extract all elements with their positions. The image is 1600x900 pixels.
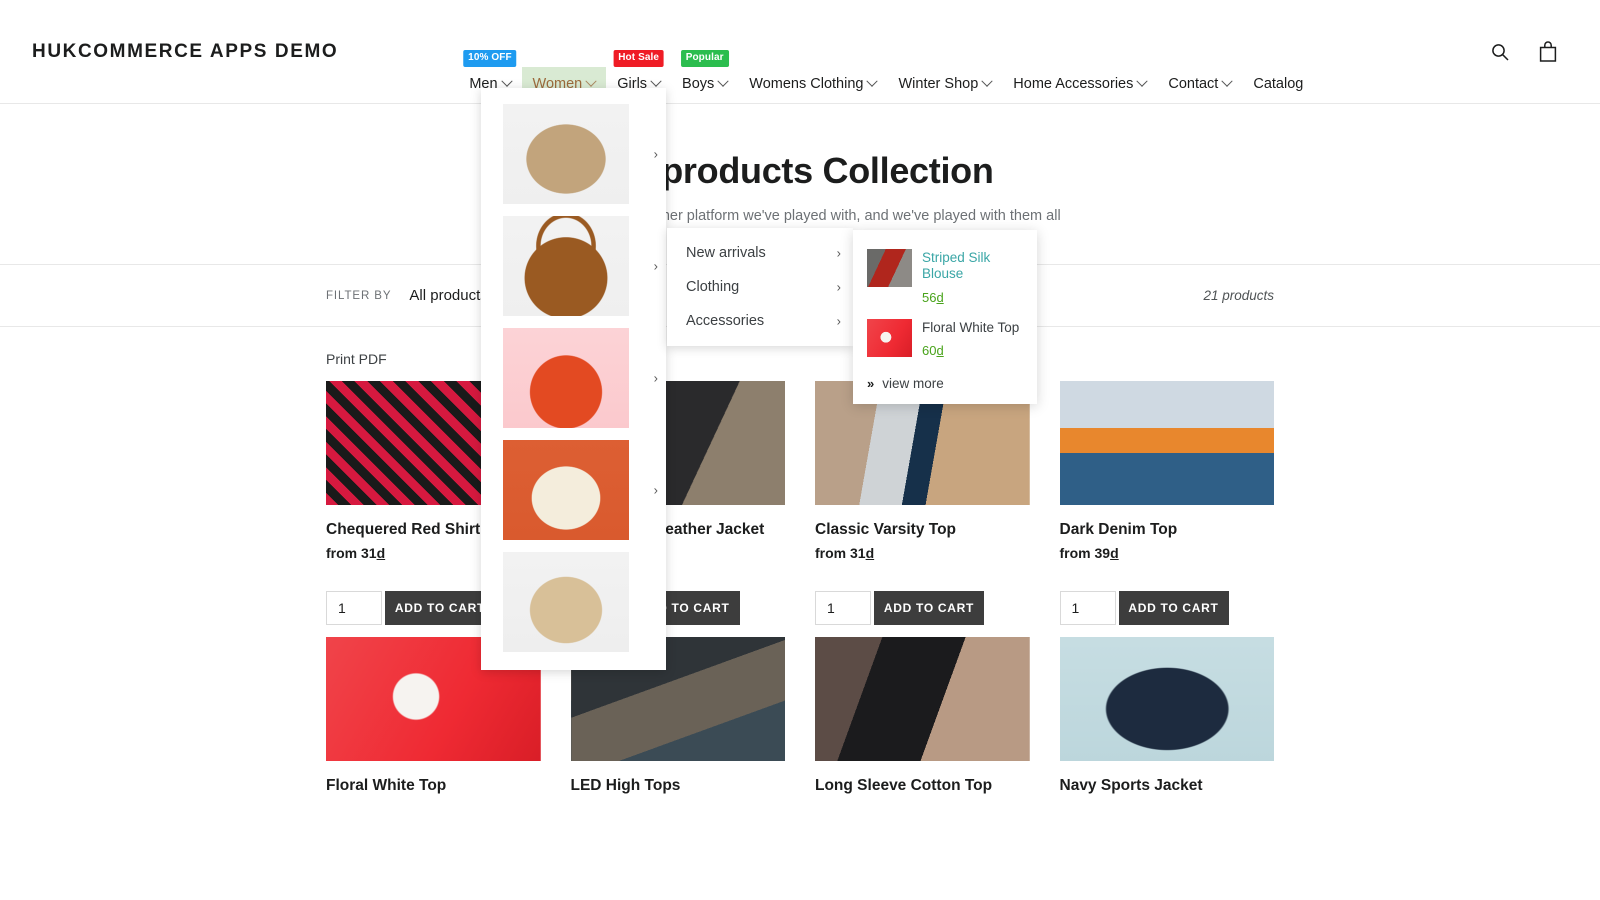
nav-item-winter-shop[interactable]: Winter Shop xyxy=(887,67,1002,104)
cream-backpack-image xyxy=(503,440,629,540)
new-arrivals-flyout: Striped Silk Blouse 56d Floral White Top 60… xyxy=(853,230,1037,405)
product-title: LED High Tops xyxy=(570,776,681,794)
flyout-product-price: 56d xyxy=(922,289,944,305)
site-logo[interactable]: HUKCOMMERCE APPS DEMO xyxy=(32,41,338,63)
page-title: All products Collection xyxy=(606,150,994,191)
chevron-right-icon: › xyxy=(653,146,658,162)
product-title: Navy Sports Jacket xyxy=(1059,776,1203,794)
product-image[interactable] xyxy=(1059,636,1274,761)
product-grid-row-1: Chequered Red Shirtfrom 31dADD TO CARTCh… xyxy=(326,381,1274,625)
flyout-product-name[interactable]: Floral White Top xyxy=(922,320,1019,336)
dropdown-item-red-bucket-bag[interactable]: › xyxy=(481,322,666,434)
chevron-right-icon: › xyxy=(653,370,658,386)
chevron-down-icon xyxy=(500,75,513,88)
product-count: 21 products xyxy=(1203,288,1274,303)
chevron-right-icon: › xyxy=(653,482,658,498)
women-dropdown-panel: › › › › xyxy=(481,88,666,670)
chevron-right-icon: › xyxy=(653,258,658,274)
product-grid-row-2: Floral White Top LED High Tops Long Sleeve… xyxy=(326,636,1274,796)
flyout-product-image xyxy=(867,318,912,357)
shopping-bag-icon[interactable] xyxy=(1538,40,1558,63)
site-header: HUKCOMMERCE APPS DEMO 10% OFF Men Women Hot… xyxy=(0,0,1600,118)
nav-item-label: Home Accessories xyxy=(1013,76,1134,92)
filter-by-label: FILTER BY xyxy=(326,289,392,302)
submenu-item-new-arrivals[interactable]: New arrivals › xyxy=(667,236,853,270)
product-card[interactable]: Classic Varsity Top from 31d ADD TO CART xyxy=(815,381,1030,625)
submenu-item-accessories[interactable]: Accessories › xyxy=(667,304,853,338)
chevron-down-icon xyxy=(981,75,993,88)
chevron-down-icon xyxy=(650,75,662,88)
nav-badge: 10% OFF xyxy=(463,50,517,67)
quantity-input[interactable] xyxy=(815,590,871,625)
chevron-down-icon xyxy=(1136,75,1149,88)
product-title: Classic Varsity Top xyxy=(815,521,956,538)
nav-item-boys[interactable]: Popular Boys xyxy=(671,50,738,104)
add-to-cart-button[interactable]: ADD TO CART xyxy=(874,590,984,625)
product-image[interactable] xyxy=(815,636,1030,761)
product-title: Floral White Top xyxy=(326,776,447,794)
chevron-down-icon xyxy=(866,75,879,88)
search-icon[interactable] xyxy=(1490,42,1510,62)
tan-crossbody-bag-image xyxy=(503,104,629,204)
dropdown-item-brown-tote-bag[interactable]: › xyxy=(481,210,666,322)
nav-item-label: Womens Clothing xyxy=(749,76,864,92)
red-bucket-bag-image xyxy=(503,328,629,428)
add-to-cart-row: ADD TO CART xyxy=(1059,590,1275,625)
product-card[interactable]: Navy Sports Jacket xyxy=(1059,636,1274,796)
dropdown-item-beige-pouch-bag[interactable] xyxy=(481,546,666,658)
nav-item-catalog[interactable]: Catalog xyxy=(1242,67,1314,104)
flyout-product-name[interactable]: Striped Silk Blouse xyxy=(922,250,1023,283)
chevron-down-icon xyxy=(1221,75,1234,88)
nav-item-label: Contact xyxy=(1168,76,1219,92)
flyout-product[interactable]: Striped Silk Blouse 56d xyxy=(853,244,1037,314)
dropdown-item-cream-backpack[interactable]: › xyxy=(481,434,666,546)
add-to-cart-button[interactable]: ADD TO CART xyxy=(1118,590,1229,625)
flyout-product-price: 60d xyxy=(922,343,944,359)
page-subtitle: Prettier than any other platform we've p… xyxy=(539,208,1061,224)
product-title: Long Sleeve Cotton Top xyxy=(815,776,993,794)
submenu-item-label: Accessories xyxy=(686,313,765,329)
chevron-down-icon xyxy=(717,75,729,88)
product-card[interactable]: Long Sleeve Cotton Top xyxy=(815,636,1030,796)
nav-item-label: Boys xyxy=(682,76,715,92)
chevron-down-icon xyxy=(585,75,597,88)
product-title: Dark Denim Top xyxy=(1059,521,1178,538)
chevron-right-icon: › xyxy=(836,245,841,261)
flyout-product-image xyxy=(867,249,912,287)
submenu-item-label: New arrivals xyxy=(686,245,766,261)
product-card[interactable]: Dark Denim Top from 39d ADD TO CART xyxy=(1059,381,1275,625)
flyout-product[interactable]: Floral White Top 60d xyxy=(853,314,1037,367)
view-more-label: view more xyxy=(882,376,944,392)
dropdown-item-tan-crossbody-bag[interactable]: › xyxy=(481,98,666,210)
product-image[interactable] xyxy=(1059,381,1274,505)
nav-badge: Hot Sale xyxy=(613,50,665,67)
add-to-cart-button[interactable]: ADD TO CART xyxy=(385,590,495,625)
double-chevron-right-icon: » xyxy=(867,376,875,392)
view-more-link[interactable]: » view more xyxy=(853,367,1037,394)
collection-content: Print PDF Chequered Red Shirtfrom 31dADD… xyxy=(0,327,1600,795)
brown-tote-bag-image xyxy=(503,216,629,316)
quantity-input[interactable] xyxy=(326,590,382,625)
nav-item-label: Catalog xyxy=(1253,76,1304,92)
chevron-right-icon: › xyxy=(836,313,841,329)
add-to-cart-row: ADD TO CART xyxy=(815,590,1030,625)
flyout-product-list: Striped Silk Blouse 56d Floral White Top 60… xyxy=(853,244,1037,367)
submenu-item-clothing[interactable]: Clothing › xyxy=(667,270,853,304)
beige-pouch-bag-image xyxy=(503,552,629,652)
nav-item-label: Winter Shop xyxy=(898,76,979,92)
chevron-right-icon: › xyxy=(836,279,841,295)
filter-selected-value: All products xyxy=(409,287,488,304)
product-price: from 39d xyxy=(1059,544,1119,561)
nav-item-home-accessories[interactable]: Home Accessories xyxy=(1002,67,1157,104)
submenu-item-label: Clothing xyxy=(686,279,740,295)
header-icons xyxy=(1490,40,1568,63)
product-price: from 31d xyxy=(815,544,875,561)
quantity-input[interactable] xyxy=(1059,590,1116,625)
nav-item-contact[interactable]: Contact xyxy=(1157,67,1242,104)
nav-item-womens-clothing[interactable]: Womens Clothing xyxy=(738,67,887,104)
nav-badge: Popular xyxy=(680,50,729,67)
women-submenu-panel: New arrivals › Clothing › Accessories › xyxy=(667,228,853,346)
page-root: HUKCOMMERCE APPS DEMO 10% OFF Men Women Hot… xyxy=(0,0,1600,900)
